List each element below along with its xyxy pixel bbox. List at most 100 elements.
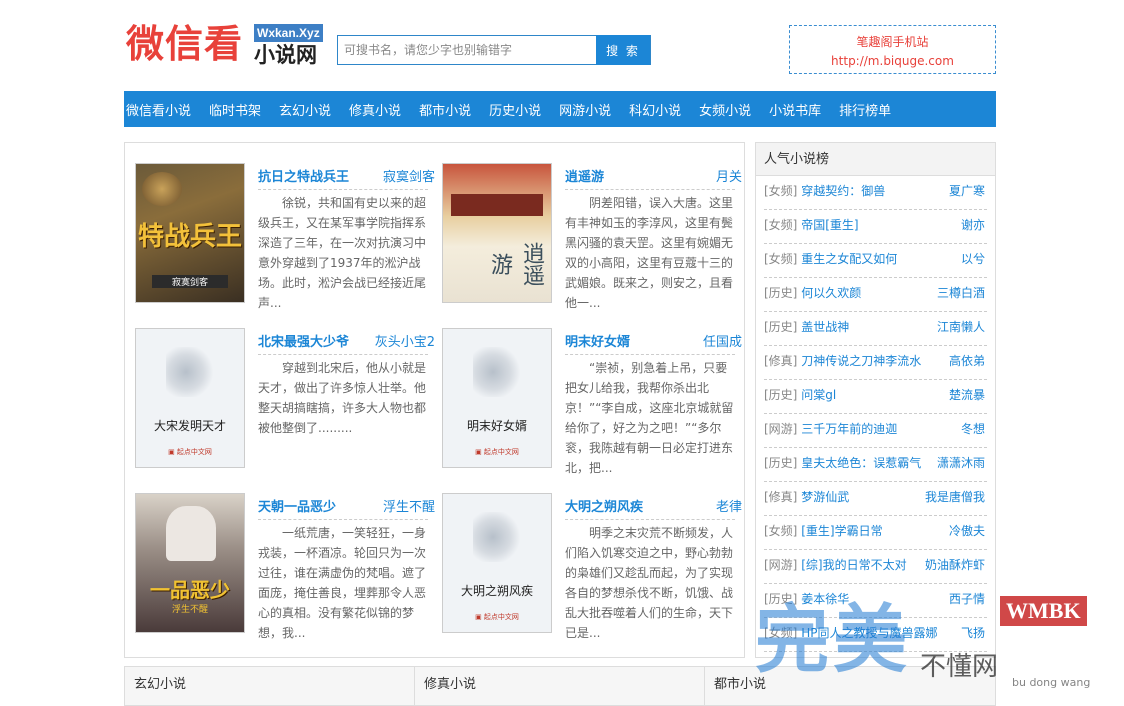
book-title[interactable]: 北宋最强大少爷 — [258, 331, 349, 350]
ranking-category[interactable]: [历史] — [764, 592, 797, 606]
ranking-book-title[interactable]: 梦游仙武 — [801, 490, 849, 504]
ranking-book-title[interactable]: 重生之女配又如何 — [801, 252, 897, 266]
cover-title: 一品恶少 — [150, 578, 230, 602]
ranking-book-author[interactable]: 江南懒人 — [937, 312, 985, 342]
book-card: 明末好女婿 ▣ 起点中文网 明末好女婿 任国成 “崇祯，别急着上吊，只要把女儿给… — [442, 328, 742, 478]
nav-item-nvpin[interactable]: 女频小说 — [699, 100, 751, 119]
ranking-item[interactable]: [网游] 三千万年前的迪迦 冬想 — [764, 414, 987, 448]
ranking-item[interactable]: [女频] 帝国[重生] 谢亦 — [764, 210, 987, 244]
ranking-book-title[interactable]: 何以久欢颜 — [801, 286, 861, 300]
nav-item-wangyou[interactable]: 网游小说 — [559, 100, 611, 119]
ranking-book-author[interactable]: 三樽白酒 — [937, 278, 985, 308]
nav-item-home[interactable]: 微信看小说 — [126, 100, 191, 119]
nav-item-library[interactable]: 小说书库 — [769, 100, 821, 119]
ranking-item[interactable]: [女频] [重生]学霸日常 冷傲夫 — [764, 516, 987, 550]
ranking-item[interactable]: [历史] 姜本徐华 西子情 — [764, 584, 987, 618]
nav-item-lishi[interactable]: 历史小说 — [489, 100, 541, 119]
nav-item-xuanhuan[interactable]: 玄幻小说 — [279, 100, 331, 119]
ranking-category[interactable]: [历史] — [764, 388, 797, 402]
section-dushi[interactable]: 都市小说 — [705, 667, 995, 705]
book-title[interactable]: 天朝一品恶少 — [258, 496, 336, 515]
ranking-book-author[interactable]: 高依弟 — [949, 346, 985, 376]
ranking-book-author[interactable]: 潇潇沐雨 — [937, 448, 985, 478]
ranking-category[interactable]: [历史] — [764, 320, 797, 334]
ranking-category[interactable]: [女频] — [764, 524, 797, 538]
ranking-category[interactable]: [网游] — [764, 558, 797, 572]
ranking-book-title[interactable]: [重生]学霸日常 — [801, 524, 882, 538]
ranking-item[interactable]: [历史] 何以久欢颜 三樽白酒 — [764, 278, 987, 312]
ranking-item[interactable]: [女频] 重生之女配又如何 以兮 — [764, 244, 987, 278]
search-input[interactable] — [338, 36, 596, 64]
site-logo[interactable]: 微信看 Wxkan.Xyz 小说网 — [126, 22, 326, 72]
nav-item-kehuan[interactable]: 科幻小说 — [629, 100, 681, 119]
book-author[interactable]: 寂寞剑客 — [383, 166, 435, 185]
ranking-book-title[interactable]: 帝国[重生] — [801, 218, 858, 232]
book-cover[interactable]: 大明之朔风疾 ▣ 起点中文网 — [442, 493, 552, 633]
ranking-book-author[interactable]: 夏广寒 — [949, 176, 985, 206]
book-cover[interactable]: 一品恶少 浮生不醒 — [135, 493, 245, 633]
ranking-category[interactable]: [修真] — [764, 354, 797, 368]
ranking-book-title[interactable]: 刀神传说之刀神李流水 — [801, 354, 921, 368]
ranking-item[interactable]: [修真] 梦游仙武 我是唐僧我 — [764, 482, 987, 516]
book-title[interactable]: 逍遥游 — [565, 166, 604, 185]
mobile-site-url[interactable]: http://m.biquge.com — [790, 53, 995, 69]
cover-title: 特战兵王 — [137, 222, 242, 252]
ranking-book-author[interactable]: 飞扬 — [961, 618, 985, 648]
mobile-site-box[interactable]: 笔趣阁手机站 http://m.biquge.com — [789, 25, 996, 74]
ranking-item[interactable]: [历史] 问棠gl 楚流暴 — [764, 380, 987, 414]
ranking-item[interactable]: [历史] 皇夫太绝色：误惹霸气 潇潇沐雨 — [764, 448, 987, 482]
ranking-book-title[interactable]: 问棠gl — [801, 388, 836, 402]
ranking-book-title[interactable]: 皇夫太绝色：误惹霸气 — [801, 456, 921, 470]
book-cover[interactable]: 特战兵王 寂寞剑客 — [135, 163, 245, 303]
book-author[interactable]: 灰头小宝2 — [375, 331, 435, 350]
ranking-item[interactable]: [修真] 刀神传说之刀神李流水 高依弟 — [764, 346, 987, 380]
book-author[interactable]: 任国成 — [703, 331, 742, 350]
ranking-category[interactable]: [历史] — [764, 286, 797, 300]
book-title[interactable]: 大明之朔风疾 — [565, 496, 643, 515]
book-author[interactable]: 老律 — [716, 496, 742, 515]
book-cover[interactable]: 大宋发明天才 ▣ 起点中文网 — [135, 328, 245, 468]
ranking-category[interactable]: [女频] — [764, 252, 797, 266]
book-card: 大明之朔风疾 ▣ 起点中文网 大明之朔风疾 老律 明季之末灾荒不断频发，人们陷入… — [442, 493, 742, 643]
ranking-book-author[interactable]: 以兮 — [961, 244, 985, 274]
book-author[interactable]: 浮生不醒 — [383, 496, 435, 515]
ranking-item[interactable]: [女频] HP同人之教授与魔兽露娜 飞扬 — [764, 618, 987, 652]
book-author[interactable]: 月关 — [716, 166, 742, 185]
ranking-book-title[interactable]: 姜本徐华 — [801, 592, 849, 606]
nav-item-dushi[interactable]: 都市小说 — [419, 100, 471, 119]
search-box: 搜 索 — [337, 35, 651, 65]
ranking-book-title[interactable]: HP同人之教授与魔兽露娜 — [801, 626, 937, 640]
ranking-book-title[interactable]: 盖世战神 — [801, 320, 849, 334]
nav-item-xiuzhen[interactable]: 修真小说 — [349, 100, 401, 119]
ranking-category[interactable]: [女频] — [764, 218, 797, 232]
book-title[interactable]: 抗日之特战兵王 — [258, 166, 349, 185]
ranking-book-author[interactable]: 冬想 — [961, 414, 985, 444]
ranking-item[interactable]: [网游] [综]我的日常不太对 奶油酥炸虾 — [764, 550, 987, 584]
ranking-item[interactable]: [女频] 穿越契约：御兽 夏广寒 — [764, 176, 987, 210]
ranking-category[interactable]: [女频] — [764, 626, 797, 640]
ranking-category[interactable]: [网游] — [764, 422, 797, 436]
ranking-book-author[interactable]: 我是唐僧我 — [925, 482, 985, 512]
ranking-book-author[interactable]: 楚流暴 — [949, 380, 985, 410]
ranking-category[interactable]: [历史] — [764, 456, 797, 470]
ranking-book-title[interactable]: 穿越契约：御兽 — [801, 184, 885, 198]
ranking-category[interactable]: [女频] — [764, 184, 797, 198]
divider — [258, 519, 428, 520]
ranking-book-title[interactable]: [综]我的日常不太对 — [801, 558, 906, 572]
search-button[interactable]: 搜 索 — [596, 35, 650, 65]
book-cover[interactable]: 逍遥游 — [442, 163, 552, 303]
ranking-book-author[interactable]: 奶油酥炸虾 — [925, 550, 985, 580]
book-card: 特战兵王 寂寞剑客 抗日之特战兵王 寂寞剑客 徐锐，共和国有史以来的超级兵王，又… — [135, 163, 435, 313]
ranking-book-author[interactable]: 谢亦 — [961, 210, 985, 240]
book-cover[interactable]: 明末好女婿 ▣ 起点中文网 — [442, 328, 552, 468]
ranking-book-title[interactable]: 三千万年前的迪迦 — [801, 422, 897, 436]
section-xuanhuan[interactable]: 玄幻小说 — [125, 667, 415, 705]
ranking-book-author[interactable]: 西子情 — [949, 584, 985, 614]
book-title[interactable]: 明末好女婿 — [565, 331, 630, 350]
ranking-item[interactable]: [历史] 盖世战神 江南懒人 — [764, 312, 987, 346]
ranking-book-author[interactable]: 冷傲夫 — [949, 516, 985, 546]
ranking-category[interactable]: [修真] — [764, 490, 797, 504]
nav-item-ranking[interactable]: 排行榜单 — [839, 100, 891, 119]
section-xiuzhen[interactable]: 修真小说 — [415, 667, 705, 705]
nav-item-bookshelf[interactable]: 临时书架 — [209, 100, 261, 119]
